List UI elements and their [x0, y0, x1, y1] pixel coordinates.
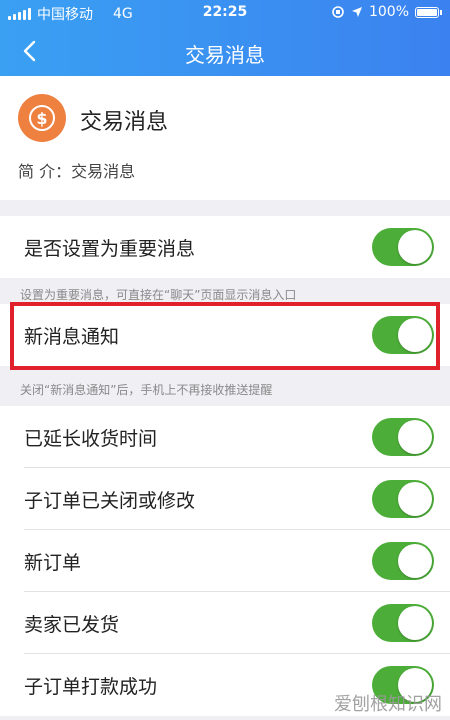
setting-label: 卖家已发货 [24, 614, 120, 636]
setting-row-order-closed[interactable]: 子订单已关闭或修改 [0, 468, 450, 530]
toggle-knob [398, 482, 432, 516]
toggle-knob [398, 230, 432, 264]
battery-percent: 100% [368, 4, 409, 20]
setting-row-extended-receipt[interactable]: 已延长收货时间 [0, 406, 450, 468]
account-intro: 简 介：交易消息 [18, 162, 136, 181]
battery-icon [415, 6, 439, 18]
account-header: $ 交易消息 简 介：交易消息 [0, 76, 450, 200]
important-toggle[interactable] [372, 228, 434, 266]
notification-hint: 关闭“新消息通知”后，手机上不再接收推送提醒 [20, 383, 273, 397]
setting-label: 子订单打款成功 [24, 676, 158, 698]
order-closed-toggle[interactable] [372, 480, 434, 518]
setting-label: 是否设置为重要消息 [24, 238, 196, 260]
rotation-lock-icon [332, 6, 344, 18]
status-bar: 中国移动 4G 22:25 100% [0, 0, 450, 26]
battery-cap [440, 9, 442, 15]
highlight-box [10, 302, 440, 370]
dollar-coin-icon: $ [29, 105, 55, 131]
nav-bar: 交易消息 [0, 26, 450, 76]
new-order-toggle[interactable] [372, 542, 434, 580]
setting-label: 已延长收货时间 [24, 428, 158, 450]
watermark: 爱刨根知识网 [334, 694, 442, 715]
setting-label: 新订单 [24, 552, 82, 574]
setting-row-important[interactable]: 是否设置为重要消息 [0, 216, 450, 278]
avatar: $ [18, 94, 66, 142]
toggle-knob [398, 606, 432, 640]
toggle-knob [398, 420, 432, 454]
setting-row-shipped[interactable]: 卖家已发货 [0, 592, 450, 654]
shipped-toggle[interactable] [372, 604, 434, 642]
important-hint: 设置为重要消息，可直接在“聊天”页面显示消息入口 [20, 288, 297, 302]
setting-label: 子订单已关闭或修改 [24, 490, 196, 512]
location-arrow-icon [351, 7, 362, 17]
status-right: 100% [331, 4, 442, 20]
extended-receipt-toggle[interactable] [372, 418, 434, 456]
setting-row-new-order[interactable]: 新订单 [0, 530, 450, 592]
page-title: 交易消息 [185, 43, 265, 67]
account-name: 交易消息 [80, 110, 169, 135]
toggle-knob [398, 544, 432, 578]
